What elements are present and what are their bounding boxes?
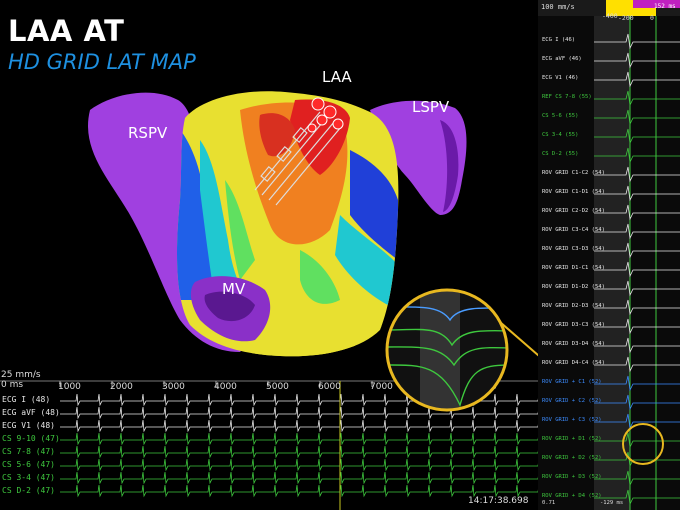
egm-tick-0: -400	[602, 12, 618, 20]
label-mv: MV	[222, 280, 246, 298]
egm-readout-bottom-right: -129 ms	[600, 500, 624, 506]
egm-channel-label: ROV GRID + D2 (52)	[542, 455, 602, 461]
strip-tick-label: 2000	[110, 382, 133, 392]
egm-channel-label: REF CS 7-8 (55)	[542, 94, 592, 100]
strip-timestamp: 14:17:38.698	[468, 496, 529, 506]
strip-channel-label: CS 7-8 (47)	[2, 447, 55, 456]
egm-channel-label: CS 5-6 (55)	[542, 113, 579, 119]
egm-channel-label: ROV GRID D3-C3 (54)	[542, 322, 605, 328]
strip-channel-trace	[60, 471, 540, 485]
strip-channel-label: ECG I (48)	[2, 395, 51, 404]
egm-channel-label: ROV GRID C1-D1 (54)	[542, 189, 605, 195]
strip-channel-label: CS 3-4 (47)	[2, 473, 55, 482]
egm-channel-label: ECG V1 (46)	[542, 75, 579, 81]
egm-channel-label: ROV GRID C2-D2 (54)	[542, 208, 605, 214]
egm-channel-label: ROV GRID C3-C4 (54)	[542, 227, 605, 233]
page-subtitle: HD GRID LAT MAP	[8, 50, 196, 74]
egm-channel-label: CS D-2 (55)	[542, 151, 579, 157]
strip-offset: 0 ms	[1, 380, 24, 390]
strip-channel-label: ECG V1 (48)	[2, 421, 55, 430]
egm-channel-label: ROV GRID + D1 (52)	[542, 436, 602, 442]
zoom-lens	[385, 288, 509, 412]
egm-channel-label: ROV GRID + D4 (52)	[542, 493, 602, 499]
label-rspv: RSPV	[128, 124, 168, 142]
egm-readout-bottom-left: 0.71	[542, 500, 556, 506]
egm-channel-label: ROV GRID D1-C1 (54)	[542, 265, 605, 271]
strip-channel-label: ECG aVF (48)	[2, 408, 60, 417]
egm-speed: 100 mm/s	[541, 3, 575, 11]
strip-channel-trace	[60, 419, 540, 433]
egm-channel-label: ROV GRID + C1 (52)	[542, 379, 602, 385]
egm-channel-label: ROV GRID D4-C4 (54)	[542, 360, 605, 366]
strip-channel-label: CS 5-6 (47)	[2, 460, 55, 469]
strip-tick-label: 5000	[266, 382, 289, 392]
egm-channel-label: ROV GRID D1-D2 (54)	[542, 284, 605, 290]
page-title: LAA AT	[8, 14, 125, 48]
label-lspv: LSPV	[412, 98, 450, 116]
strip-channel-trace	[60, 484, 540, 498]
egm-tick-2: 0	[650, 14, 654, 22]
egm-channel-label: CS 3-4 (55)	[542, 132, 579, 138]
strip-speed: 25 mm/s	[1, 370, 41, 380]
egm-channel-label: ECG aVF (46)	[542, 56, 582, 62]
strip-channel-label: CS 9-10 (47)	[2, 434, 60, 443]
strip-tick-label: 6000	[318, 382, 341, 392]
electrogram-panel[interactable]: 100 mm/s -400 -200 0 152 ms ECG I (46) EC…	[538, 0, 680, 510]
egm-channel-label: ROV GRID + C2 (52)	[542, 398, 602, 404]
egm-channel-label: ROV GRID D3-D4 (54)	[542, 341, 605, 347]
strip-tick-label: 4000	[214, 382, 237, 392]
egm-channel-label: ECG I (46)	[542, 37, 576, 43]
egm-channel-label: ROV GRID + C3 (52)	[542, 417, 602, 423]
egm-channel-label: ROV GRID C3-D3 (54)	[542, 246, 605, 252]
egm-tick-1: -200	[618, 14, 634, 22]
egm-channel-label: ROV GRID C1-C2 (54)	[542, 170, 605, 176]
strip-tick-label: 1000	[58, 382, 81, 392]
egm-channel-label: ROV GRID D2-D3 (54)	[542, 303, 605, 309]
egm-readout-top: 152 ms	[654, 3, 676, 10]
strip-channel-trace	[60, 458, 540, 472]
strip-channel-trace	[60, 445, 540, 459]
egm-channel-label: ROV GRID + D3 (52)	[542, 474, 602, 480]
label-laa: LAA	[322, 68, 352, 86]
strip-channel-label: CS D-2 (47)	[2, 486, 55, 495]
strip-channel-trace	[60, 432, 540, 446]
strip-tick-label: 3000	[162, 382, 185, 392]
